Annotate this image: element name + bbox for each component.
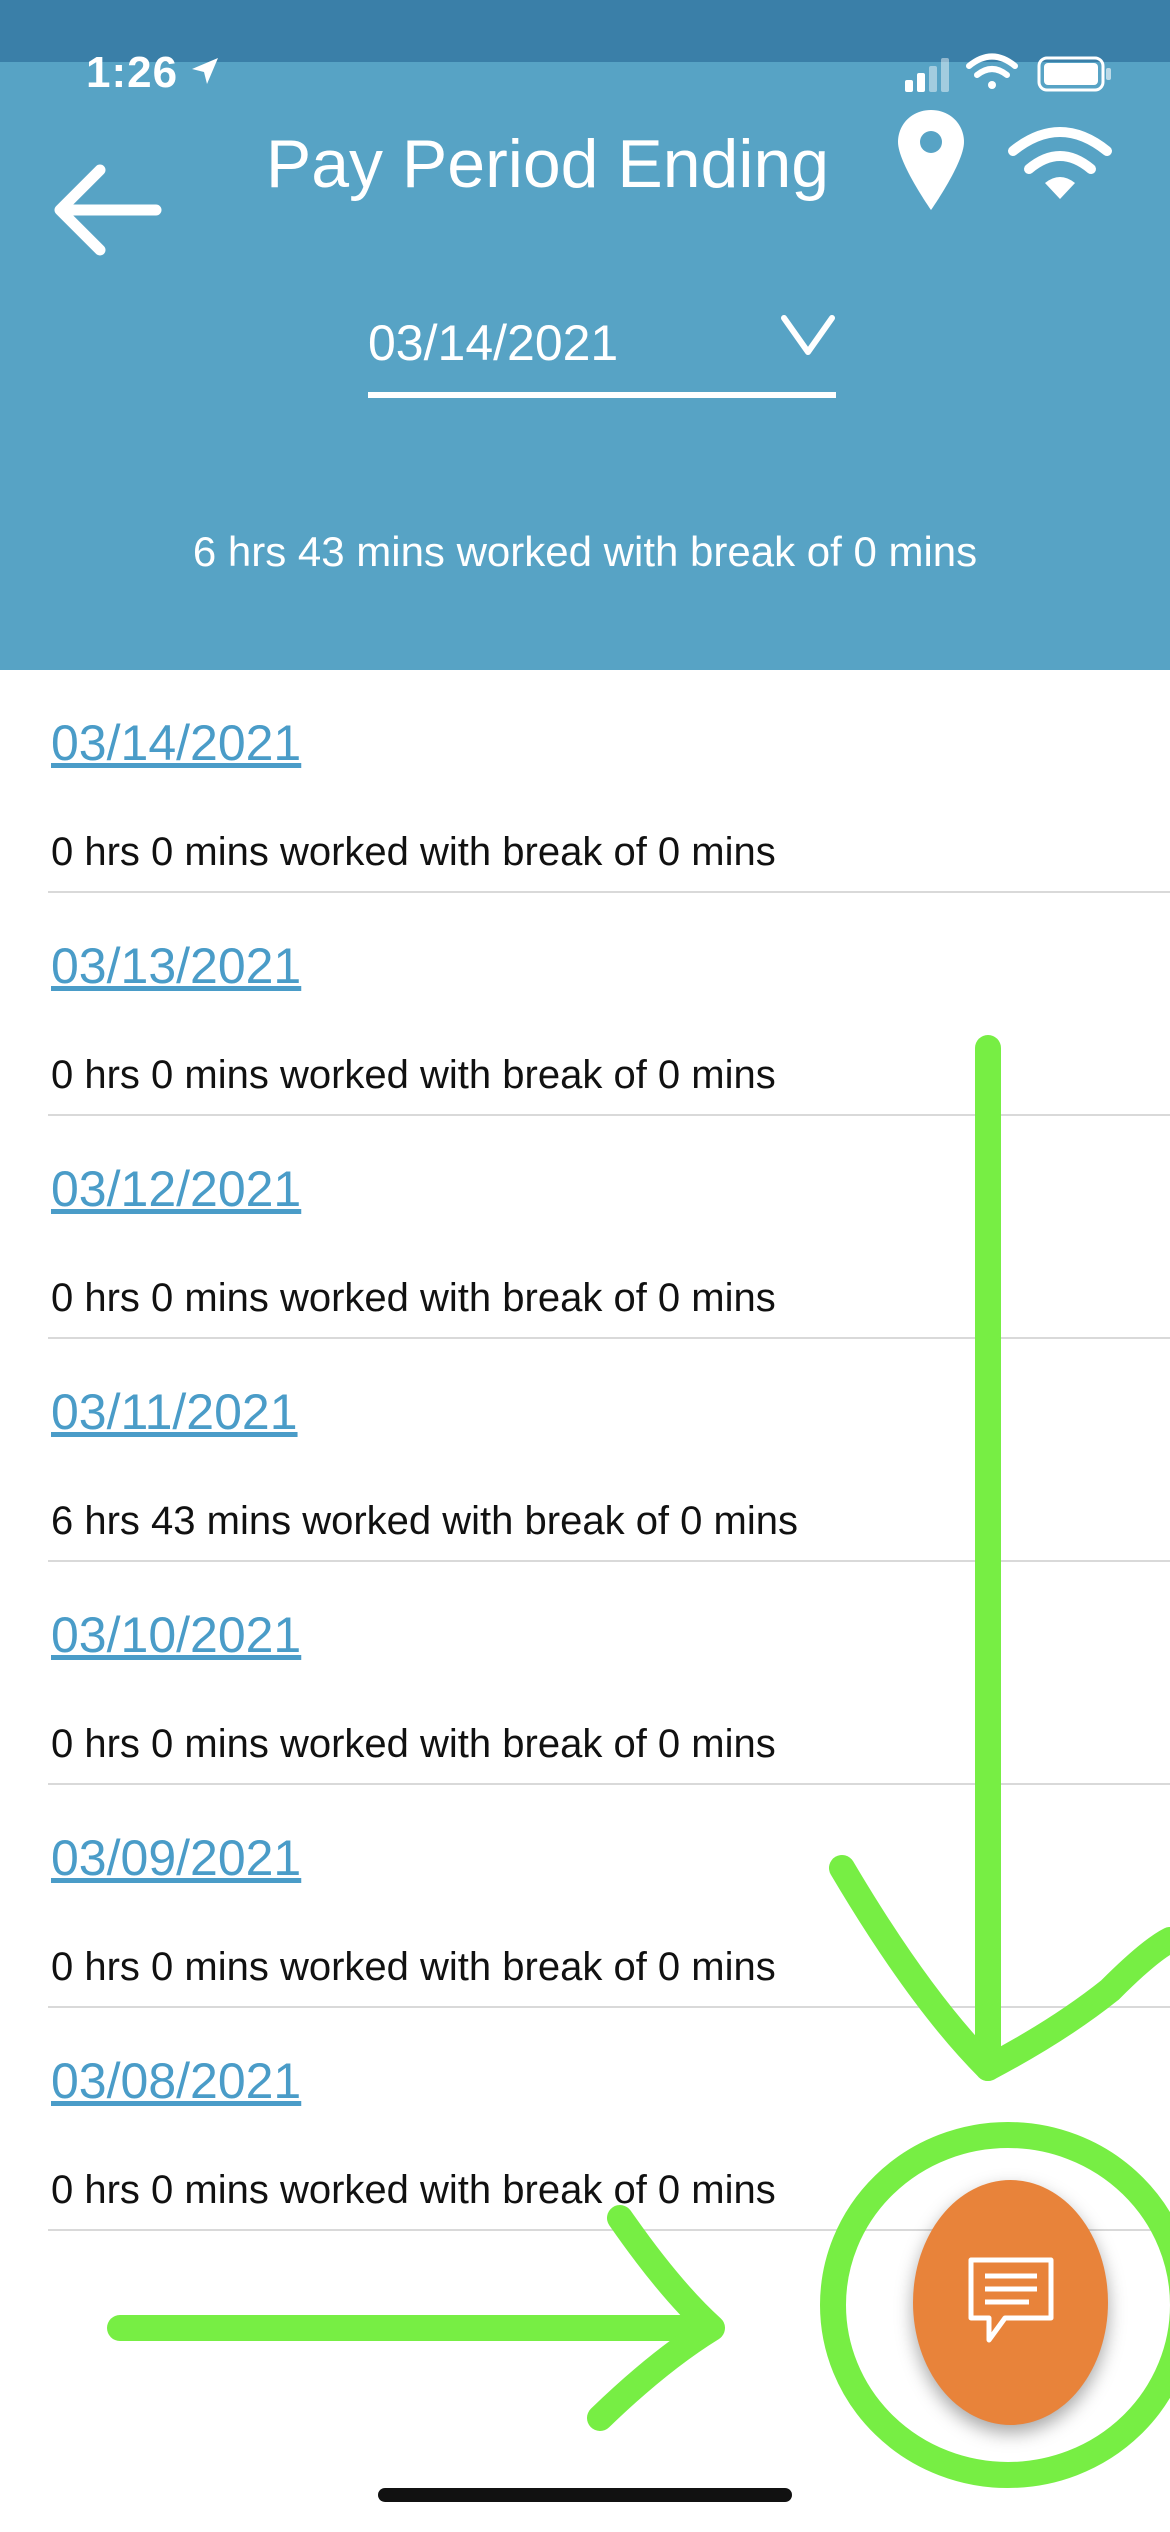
status-icons [905, 53, 1111, 92]
day-link[interactable]: 03/14/2021 [51, 714, 301, 772]
annotation-right-arrowhead [587, 2205, 725, 2431]
list-item: 03/13/2021 0 hrs 0 mins worked with brea… [48, 893, 1170, 1116]
list-item: 03/09/2021 0 hrs 0 mins worked with brea… [48, 1785, 1170, 2008]
signal-icon [905, 58, 949, 92]
day-summary: 6 hrs 43 mins worked with break of 0 min… [51, 1499, 798, 1543]
day-link[interactable]: 03/11/2021 [51, 1383, 298, 1441]
day-summary: 0 hrs 0 mins worked with break of 0 mins [51, 2168, 776, 2212]
period-summary: 6 hrs 43 mins worked with break of 0 min… [192, 528, 978, 575]
pay-period-value: 03/14/2021 [368, 315, 619, 371]
status-time: 1:26 [86, 48, 179, 97]
list-item: 03/11/2021 6 hrs 43 mins worked with bre… [48, 1339, 1170, 1562]
home-indicator [378, 2488, 792, 2502]
day-summary: 0 hrs 0 mins worked with break of 0 mins [51, 830, 776, 874]
day-summary: 0 hrs 0 mins worked with break of 0 mins [51, 1945, 776, 1989]
day-summary: 0 hrs 0 mins worked with break of 0 mins [51, 1722, 776, 1766]
pay-period-select[interactable]: 03/14/2021 [368, 300, 836, 398]
day-link[interactable]: 03/08/2021 [51, 2052, 301, 2110]
chat-bubble-icon [968, 2257, 1054, 2343]
map-pin-icon[interactable] [896, 108, 966, 212]
list-item: 03/10/2021 0 hrs 0 mins worked with brea… [48, 1562, 1170, 1785]
day-link[interactable]: 03/10/2021 [51, 1606, 301, 1664]
list-item: 03/12/2021 0 hrs 0 mins worked with brea… [48, 1116, 1170, 1339]
battery-icon [1037, 56, 1111, 92]
location-arrow-icon [192, 58, 218, 84]
day-summary: 0 hrs 0 mins worked with break of 0 mins [51, 1276, 776, 1320]
day-link[interactable]: 03/12/2021 [51, 1160, 301, 1218]
status-wifi-icon [966, 53, 1018, 89]
day-summary: 0 hrs 0 mins worked with break of 0 mins [51, 1053, 776, 1097]
list-item: 03/14/2021 0 hrs 0 mins worked with brea… [48, 670, 1170, 893]
chat-button[interactable] [913, 2180, 1108, 2425]
day-link[interactable]: 03/09/2021 [51, 1829, 301, 1887]
day-link[interactable]: 03/13/2021 [51, 937, 301, 995]
chevron-down-icon [781, 315, 835, 355]
wifi-icon[interactable] [1005, 125, 1115, 205]
day-list: 03/14/2021 0 hrs 0 mins worked with brea… [48, 670, 1170, 2231]
